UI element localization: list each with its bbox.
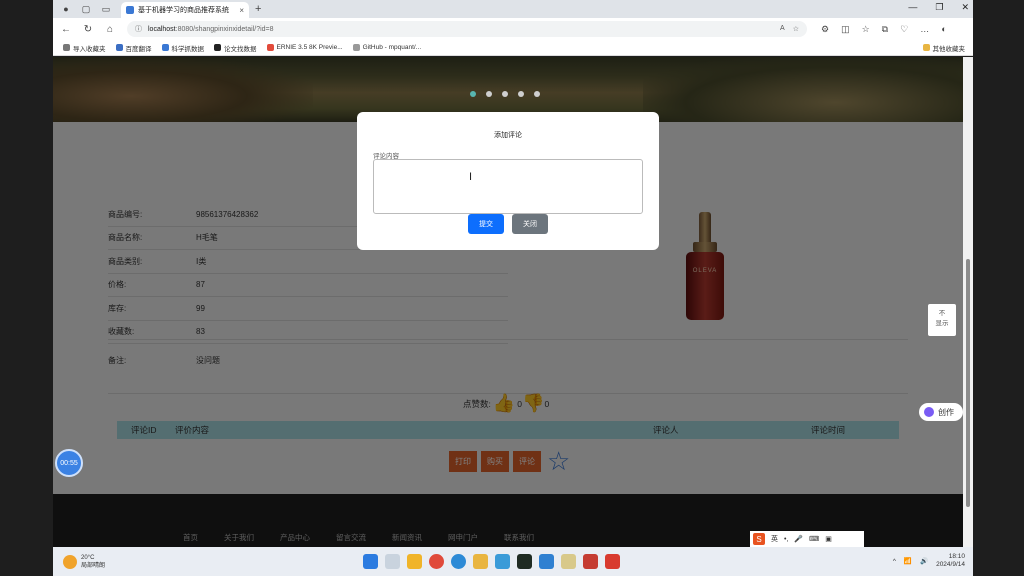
add-comment-modal: 添加评论 评论内容 I 提交 关闭 [357, 112, 659, 250]
tab-actions-icon[interactable]: ▭ [99, 2, 113, 16]
page-scrollbar[interactable] [963, 57, 973, 547]
browser-essentials-icon[interactable]: ♡ [900, 24, 908, 35]
chrome-icon [266, 44, 274, 51]
screen: ● ▢ ▭ 基于机器学习的商品推荐系统 × + — ❐ ✕ ← ↻ ⌂ ⓘ lo… [0, 0, 1024, 576]
folder-icon [922, 44, 930, 51]
chevron-up-icon[interactable]: ^ [893, 558, 896, 565]
carousel-dot[interactable] [518, 91, 524, 97]
text-cursor-icon: I [469, 171, 473, 183]
keyboard-icon[interactable]: ⌨ [809, 535, 819, 543]
bookmark-item[interactable]: 百度翻译 [115, 43, 152, 53]
punctuation-icon[interactable]: •, [784, 536, 788, 543]
app-icon[interactable] [561, 554, 576, 569]
split-screen-icon[interactable]: ◫ [841, 24, 850, 35]
close-window-icon[interactable]: ✕ [961, 2, 969, 13]
create-floating-button[interactable]: 创作 [919, 403, 963, 421]
app-icon[interactable] [407, 554, 422, 569]
baidu-icon [115, 44, 123, 51]
url-host: localhost [148, 25, 176, 33]
microphone-icon[interactable]: 🎤 [794, 535, 803, 543]
bookmark-item[interactable]: 科学抓数据 [161, 43, 204, 53]
vscode-icon[interactable] [539, 554, 554, 569]
link-icon [161, 44, 169, 51]
bookmark-item[interactable]: GitHub - mpquant/... [352, 44, 421, 51]
network-icon[interactable]: 📶 [904, 557, 912, 565]
close-button[interactable]: 关闭 [512, 214, 548, 234]
bookmarks-bar: 导入收藏夹 百度翻译 科学抓数据 论文找数据 ERNIE 3.5 8K Prev… [53, 40, 973, 56]
weather-icon [63, 554, 77, 569]
read-aloud-icon[interactable]: A [780, 25, 785, 33]
bookmark-item[interactable]: ERNIE 3.5 8K Previe... [266, 44, 343, 51]
site-favicon-icon [126, 6, 134, 14]
back-icon[interactable]: ← [57, 24, 75, 35]
folder-icon [63, 44, 70, 51]
scrollbar-thumb[interactable] [966, 259, 970, 507]
more-icon[interactable]: … [920, 24, 929, 35]
favorite-star-icon[interactable]: ☆ [793, 25, 799, 33]
github-icon [214, 44, 221, 51]
sogou-icon[interactable]: S [753, 533, 765, 545]
recording-timer[interactable]: 00:55 [55, 449, 83, 477]
favorites-icon[interactable]: ☆ [862, 24, 870, 35]
url-path: :8080/shangpinxinxidetail/?id=8 [175, 25, 274, 33]
new-tab-icon[interactable]: + [255, 3, 261, 15]
submit-button[interactable]: 提交 [468, 214, 504, 234]
carousel-dot[interactable] [502, 91, 508, 97]
profile-icon[interactable]: ● [59, 2, 73, 16]
tab-title: 基于机器学习的商品推荐系统 [138, 7, 229, 14]
browser-tab[interactable]: 基于机器学习的商品推荐系统 × [121, 2, 249, 18]
browser-tab-bar: ● ▢ ▭ 基于机器学习的商品推荐系统 × + — ❐ ✕ [53, 0, 973, 18]
edge-icon[interactable] [451, 554, 466, 569]
wps-icon[interactable] [605, 554, 620, 569]
carousel-dot[interactable] [534, 91, 540, 97]
taskbar-apps [363, 554, 620, 569]
weather-desc: 局部晴朗 [81, 562, 106, 569]
bookmark-item[interactable]: 导入收藏夹 [63, 43, 106, 53]
url-bar[interactable]: ⓘ localhost :8080/shangpinxinxidetail/?i… [127, 21, 807, 37]
app-icon[interactable] [583, 554, 598, 569]
side-float-button[interactable]: 不 显示 [928, 304, 956, 336]
pycharm-icon[interactable] [517, 554, 532, 569]
volume-icon[interactable]: 🔊 [920, 557, 928, 565]
carousel-dots [470, 91, 540, 97]
ime-toolbar: S 英 •, 🎤 ⌨ ▣ [750, 531, 864, 547]
search-icon[interactable] [385, 554, 400, 569]
system-tray: ^ 📶 🔊 18:10 2024/9/14 [893, 553, 965, 569]
bookmark-item[interactable]: 论文找数据 [214, 43, 257, 53]
page-icon [352, 44, 360, 51]
refresh-icon[interactable]: ↻ [79, 24, 97, 35]
ime-language[interactable]: 英 [771, 534, 778, 544]
address-bar-row: ← ↻ ⌂ ⓘ localhost :8080/shangpinxinxidet… [53, 18, 973, 40]
app-icon[interactable] [495, 554, 510, 569]
weather-temp: 20°C [81, 554, 95, 561]
carousel-dot[interactable] [470, 91, 476, 97]
home-icon[interactable]: ⌂ [101, 24, 119, 35]
create-icon [924, 407, 934, 417]
start-icon[interactable] [363, 554, 378, 569]
clock[interactable]: 18:10 2024/9/14 [936, 553, 965, 569]
extensions-icon[interactable]: ⚙ [821, 24, 829, 35]
minimize-icon[interactable]: — [908, 2, 917, 13]
workspaces-icon[interactable]: ▢ [79, 2, 93, 16]
windows-taskbar: 20°C 局部晴朗 ^ 📶 🔊 18:10 2024/9/14 [53, 547, 973, 576]
window-controls: — ❐ ✕ [908, 2, 969, 13]
skin-icon[interactable]: ▣ [825, 535, 832, 543]
restore-icon[interactable]: ❐ [935, 2, 943, 13]
copilot-icon[interactable]: ◐ [941, 24, 946, 35]
modal-title: 添加评论 [494, 132, 522, 139]
close-tab-icon[interactable]: × [239, 6, 244, 15]
weather-widget[interactable]: 20°C 局部晴朗 [63, 554, 105, 570]
carousel-dot[interactable] [486, 91, 492, 97]
comment-textarea[interactable] [373, 159, 643, 214]
site-info-icon[interactable]: ⓘ [135, 24, 142, 34]
file-explorer-icon[interactable] [473, 554, 488, 569]
other-bookmarks[interactable]: 其他收藏夹 [922, 43, 965, 53]
chrome-icon[interactable] [429, 554, 444, 569]
collections-icon[interactable]: ⧉ [882, 24, 888, 35]
